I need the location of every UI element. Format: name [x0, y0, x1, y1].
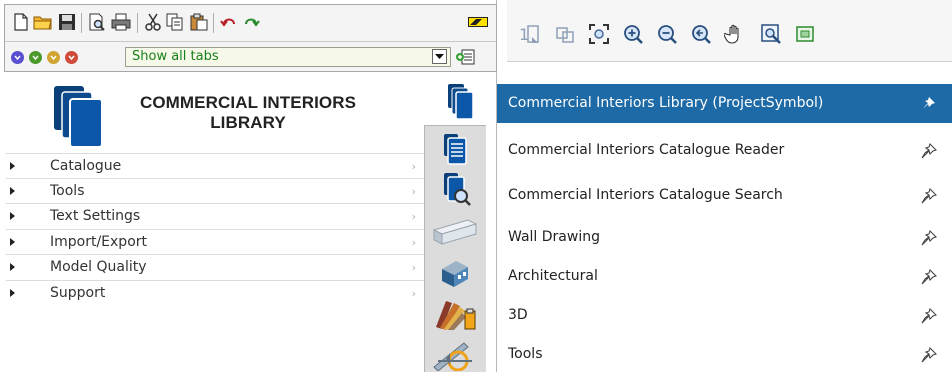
- left-pane: Show all tabs COMMERCIAL INTERIORS LIBRA…: [0, 0, 497, 372]
- print-icon[interactable]: [111, 11, 131, 33]
- library-row-architectural[interactable]: Architectural: [497, 257, 952, 296]
- paste-icon[interactable]: [189, 11, 209, 33]
- menu-item-text-settings[interactable]: Text Settings ›: [6, 204, 424, 230]
- chevron-right-icon: ›: [411, 210, 416, 223]
- toolbar-separator: [137, 13, 138, 33]
- library-row-catalogue-search[interactable]: Commercial Interiors Catalogue Search: [497, 176, 952, 215]
- menu-list: Catalogue › Tools › Text Settings › Impo…: [6, 153, 424, 306]
- menu-item-model-quality[interactable]: Model Quality ›: [6, 255, 424, 281]
- nav-first-icon[interactable]: [11, 51, 24, 64]
- view-toolbar: 1: [507, 0, 952, 62]
- menu-item-label: Model Quality: [50, 259, 147, 275]
- menu-item-label: Import/Export: [50, 233, 148, 250]
- pin-icon[interactable]: [920, 187, 938, 205]
- zoom-extents-icon[interactable]: [587, 22, 611, 46]
- menu-item-import-export[interactable]: Import/Export ›: [6, 229, 424, 255]
- library-title: COMMERCIAL INTERIORS LIBRARY: [139, 93, 357, 132]
- tab-select[interactable]: Show all tabs: [125, 47, 451, 67]
- expand-arrow-icon: [10, 237, 15, 246]
- chevron-right-icon: ›: [411, 261, 416, 274]
- nav-next-icon[interactable]: [47, 51, 60, 64]
- library-list: Commercial Interiors Library (ProjectSym…: [497, 82, 952, 372]
- zoom-fit-selection-icon[interactable]: [553, 22, 577, 46]
- menu-item-label: Catalogue: [50, 158, 122, 174]
- battery-icon: [467, 11, 489, 33]
- zoom-in-icon[interactable]: [621, 22, 645, 46]
- vertical-tab-strip: [424, 125, 486, 372]
- chevron-right-icon: ›: [411, 286, 416, 300]
- zoom-window-icon[interactable]: [759, 22, 783, 46]
- menu-item-tools[interactable]: Tools ›: [6, 178, 424, 204]
- library-row-catalogue-reader[interactable]: Commercial Interiors Catalogue Reader: [497, 131, 952, 170]
- main-toolbar: [5, 5, 496, 41]
- library-logo-icon: [52, 86, 108, 148]
- pan-hand-icon[interactable]: [723, 22, 747, 46]
- catalogue-reader-icon[interactable]: [430, 130, 480, 168]
- catalogue-search-icon[interactable]: [430, 170, 480, 208]
- nav-last-icon[interactable]: [65, 51, 78, 64]
- chevron-right-icon: ›: [411, 160, 416, 173]
- chevron-right-icon: ›: [411, 184, 416, 198]
- library-row-wall-drawing[interactable]: Wall Drawing: [497, 218, 952, 257]
- expand-arrow-icon: [10, 186, 15, 195]
- tab-row: Show all tabs: [5, 41, 496, 72]
- nav-prev-icon[interactable]: [29, 51, 42, 64]
- library-row-label: Commercial Interiors Library (ProjectSym…: [508, 95, 824, 111]
- chevron-right-icon: ›: [411, 235, 416, 249]
- expand-arrow-icon: [10, 212, 15, 220]
- menu-item-label: Tools: [50, 182, 85, 199]
- tab-manager-icon[interactable]: [454, 47, 476, 67]
- zoom-previous-icon[interactable]: [689, 22, 713, 46]
- library-row-label: Wall Drawing: [508, 229, 600, 245]
- zoom-1-icon[interactable]: 1: [517, 22, 541, 46]
- tools-ruler-icon[interactable]: [430, 336, 480, 374]
- undo-icon[interactable]: [219, 11, 239, 33]
- copy-icon[interactable]: [165, 11, 185, 33]
- pin-icon[interactable]: [920, 229, 938, 247]
- new-document-icon[interactable]: [11, 11, 31, 33]
- toolbar-separator: [81, 13, 82, 33]
- save-icon[interactable]: [57, 11, 77, 33]
- pin-icon[interactable]: [920, 307, 938, 325]
- library-header: COMMERCIAL INTERIORS LIBRARY: [8, 78, 424, 155]
- wall-drawing-icon[interactable]: [430, 212, 480, 250]
- cut-icon[interactable]: [143, 11, 163, 33]
- pin-icon[interactable]: [920, 142, 938, 160]
- toolbar-separator: [213, 13, 214, 33]
- menu-item-label: Text Settings: [50, 208, 141, 224]
- chevron-down-icon[interactable]: [432, 49, 447, 64]
- library-row-label: Tools: [508, 346, 543, 362]
- redo-icon[interactable]: [241, 11, 261, 33]
- library-stack-icon[interactable]: [440, 82, 478, 122]
- toolbar-area: Show all tabs: [4, 4, 497, 72]
- open-folder-icon[interactable]: [33, 11, 53, 33]
- library-row-3d[interactable]: 3D: [497, 296, 952, 335]
- library-row-tools[interactable]: Tools: [497, 335, 952, 374]
- library-row-commercial-interiors-library[interactable]: Commercial Interiors Library (ProjectSym…: [497, 84, 952, 123]
- menu-item-support[interactable]: Support ›: [6, 280, 424, 306]
- expand-arrow-icon: [10, 263, 15, 271]
- print-preview-icon[interactable]: [87, 11, 107, 33]
- expand-arrow-icon: [10, 288, 15, 297]
- 3d-swatch-icon[interactable]: [430, 296, 480, 334]
- pin-icon[interactable]: [920, 346, 938, 364]
- library-row-label: 3D: [508, 307, 528, 323]
- architectural-building-icon[interactable]: [430, 254, 480, 292]
- library-row-label: Commercial Interiors Catalogue Reader: [508, 142, 785, 158]
- menu-item-label: Support: [50, 284, 106, 301]
- library-row-label: Commercial Interiors Catalogue Search: [508, 187, 783, 203]
- pin-icon[interactable]: [920, 268, 938, 286]
- pin-icon[interactable]: [920, 95, 938, 113]
- expand-arrow-icon: [10, 162, 15, 170]
- zoom-out-icon[interactable]: [655, 22, 679, 46]
- menu-item-catalogue[interactable]: Catalogue ›: [6, 153, 424, 179]
- refresh-view-icon[interactable]: [793, 22, 817, 46]
- library-row-label: Architectural: [508, 268, 598, 284]
